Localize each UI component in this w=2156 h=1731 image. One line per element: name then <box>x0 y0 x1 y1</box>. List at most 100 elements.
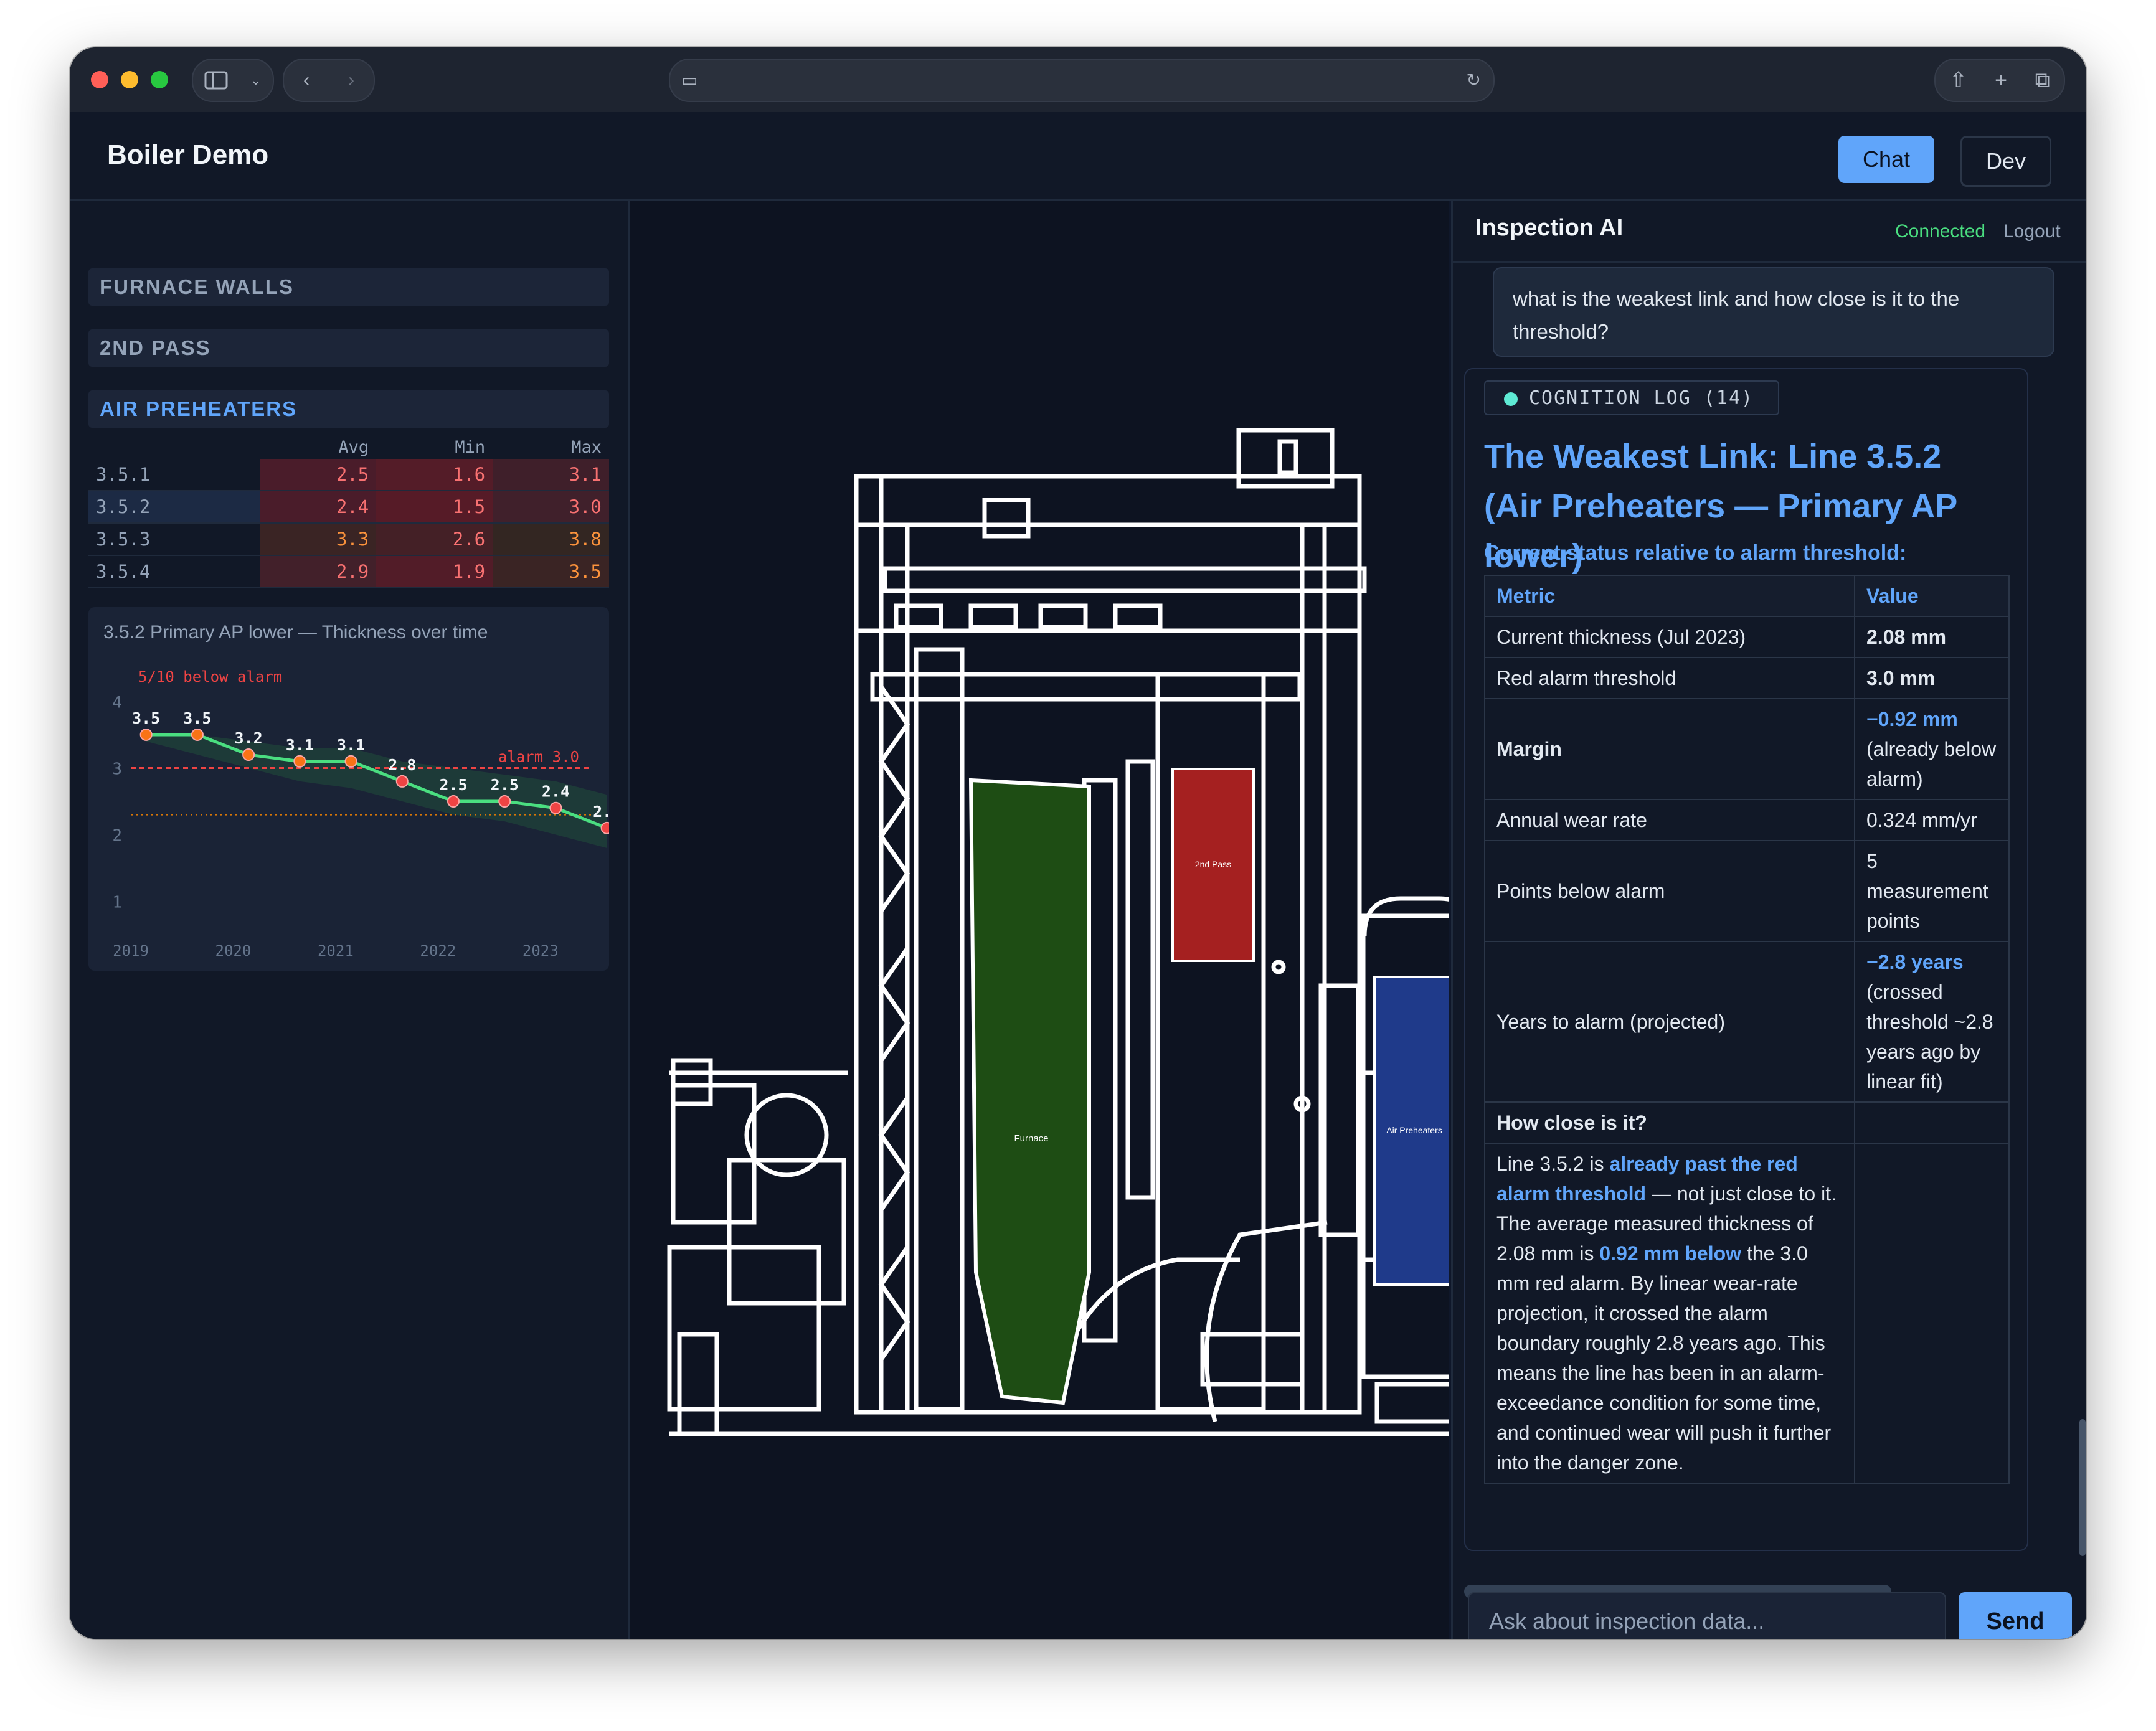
table-row: Current thickness (Jul 2023) 2.08 mm <box>1484 616 2010 658</box>
x-tick-label: 2019 <box>113 942 149 960</box>
minimize-window-button[interactable] <box>121 71 138 88</box>
cognition-log-toggle[interactable]: COGNITION LOG (14) <box>1484 380 1779 415</box>
metric-label: Red alarm threshold <box>1484 657 1855 699</box>
table-row[interactable]: 3.5.1 2.5 1.6 3.1 <box>88 459 609 491</box>
min-value: 2.6 <box>376 523 493 556</box>
table-row: Red alarm threshold 3.0 mm <box>1484 657 2010 699</box>
furnace-label: Furnace <box>1014 1133 1048 1144</box>
metric-value: −0.92 mm <box>1866 708 1958 730</box>
share-icon[interactable]: ⇧ <box>1949 68 1967 93</box>
cognition-log-label: COGNITION LOG (14) <box>1529 387 1754 409</box>
data-point <box>395 775 409 788</box>
below-alarm-annotation: 5/10 below alarm <box>138 668 282 686</box>
x-tick-label: 2021 <box>318 942 354 960</box>
min-value: 1.9 <box>376 555 493 588</box>
close-window-button[interactable] <box>91 71 108 88</box>
avg-value: 2.4 <box>260 491 377 524</box>
zoom-window-button[interactable] <box>151 71 168 88</box>
table-row[interactable]: 3.5.4 2.9 1.9 3.5 <box>88 555 609 588</box>
dev-button[interactable]: Dev <box>1960 136 2051 187</box>
table-row: How close is it? <box>1484 1101 2010 1144</box>
explanation-paragraph: Line 3.5.2 is already past the red alarm… <box>1484 1143 1855 1484</box>
metric-label: Years to alarm (projected) <box>1484 941 1855 1103</box>
data-point <box>344 755 357 768</box>
table-row: Annual wear rate 0.324 mm/yr <box>1484 799 2010 841</box>
min-value: 1.6 <box>376 459 493 491</box>
send-button[interactable]: Send <box>1959 1592 2072 1639</box>
thickness-chart: 1 2 3 4 2019 2020 2021 2022 2023 alarm 3.0 5/10 be… <box>112 668 609 960</box>
reload-icon[interactable]: ↻ <box>1467 70 1481 90</box>
app-header: Boiler Demo Chat Dev <box>70 112 2086 201</box>
alarm-label: alarm 3.0 <box>498 748 579 765</box>
new-tab-icon[interactable]: + <box>1995 68 2007 93</box>
chat-button[interactable]: Chat <box>1838 136 1934 183</box>
table-row: Years to alarm (projected) −2.8 years (cr… <box>1484 941 2010 1103</box>
data-label: 3.1 <box>337 736 365 754</box>
data-point <box>447 795 460 808</box>
line-id: 3.5.3 <box>88 523 260 556</box>
metric-label: Current thickness (Jul 2023) <box>1484 616 1855 658</box>
left-panel: FURNACE WALLS 2ND PASS AIR PREHEATERS Av… <box>70 201 630 1639</box>
metric-note: (crossed threshold ~2.8 years ago by lin… <box>1866 981 1993 1093</box>
metric-value-cell: −0.92 mm (already below alarm) <box>1854 698 2010 800</box>
table-row: Margin −0.92 mm (already below alarm) <box>1484 698 2010 800</box>
data-point <box>293 755 306 768</box>
metric-value: 3.0 mm <box>1854 657 2010 699</box>
table-row: Points below alarm 5 measurement points <box>1484 840 2010 942</box>
column-header-avg: Avg <box>338 437 369 457</box>
data-label: 2.1 <box>593 803 609 821</box>
forward-icon[interactable]: › <box>348 70 354 91</box>
line-id: 3.5.2 <box>88 491 260 524</box>
data-label: 3.2 <box>235 729 263 747</box>
table-row[interactable]: 3.5.3 3.3 2.6 3.8 <box>88 523 609 556</box>
logout-link[interactable]: Logout <box>2003 221 2061 242</box>
section-2nd-pass[interactable]: 2ND PASS <box>88 329 609 367</box>
back-icon[interactable]: ‹ <box>303 70 310 91</box>
boiler-diagram-panel: Furnace 2nd Pass Air Preheaters <box>630 201 1489 1639</box>
second-pass-label: 2nd Pass <box>1195 859 1231 869</box>
chat-input[interactable]: Ask about inspection data... <box>1468 1592 1946 1639</box>
max-value: 3.0 <box>493 491 609 524</box>
tabs-overview-icon[interactable]: ⧉ <box>2035 68 2050 93</box>
x-tick-label: 2020 <box>215 942 252 960</box>
data-label: 3.5 <box>183 709 211 727</box>
furnace-zone[interactable] <box>968 778 1091 1405</box>
section-furnace-walls[interactable]: FURNACE WALLS <box>88 268 609 306</box>
data-label: 3.1 <box>286 736 314 754</box>
metric-label: Points below alarm <box>1484 840 1855 942</box>
history-nav: ‹ › <box>283 59 375 102</box>
thickness-chart-card: 3.5.2 Primary AP lower — Thickness over … <box>88 607 609 971</box>
avg-value: 2.9 <box>260 555 377 588</box>
data-point <box>242 748 255 762</box>
y-tick-label: 2 <box>112 827 122 846</box>
column-header-line <box>88 435 260 459</box>
page-icon: ▭ <box>681 70 698 90</box>
data-point <box>498 795 511 808</box>
metric-label: Margin <box>1484 698 1855 800</box>
answer-subheading: Current status relative to alarm thresho… <box>1484 541 1907 565</box>
sidebar-toggle-button[interactable]: ⌄ <box>192 59 274 102</box>
sidebar-icon <box>204 71 228 90</box>
data-label: 2.5 <box>439 776 467 794</box>
chat-header: Inspection AI Connected Logout <box>1453 201 2086 263</box>
metric-value-cell: −2.8 years (crossed threshold ~2.8 years … <box>1854 941 2010 1103</box>
address-bar[interactable]: ▭ ↻ <box>669 59 1495 102</box>
metric-note: (already below alarm) <box>1866 738 1997 790</box>
avg-value: 2.5 <box>260 459 377 491</box>
data-label: 2.8 <box>388 756 416 774</box>
x-tick-label: 2022 <box>420 942 456 960</box>
highlight-span: 0.92 mm below <box>1599 1242 1742 1265</box>
boiler-diagram[interactable]: Furnace 2nd Pass Air Preheaters <box>630 201 1489 1639</box>
data-point <box>191 728 204 741</box>
data-label: 2.5 <box>491 776 519 794</box>
section-air-preheaters[interactable]: AIR PREHEATERS <box>88 390 609 428</box>
metric-label: Annual wear rate <box>1484 799 1855 841</box>
app-title: Boiler Demo <box>107 139 269 170</box>
table-row[interactable]: 3.5.2 2.4 1.5 3.0 <box>88 491 609 524</box>
x-tick-label: 2023 <box>522 942 559 960</box>
text-span: Line 3.5.2 is <box>1496 1153 1610 1175</box>
assistant-response: COGNITION LOG (14) The Weakest Link: Lin… <box>1464 368 2028 1551</box>
text-span: the 3.0 mm red alarm. By linear wear-rat… <box>1496 1242 1832 1474</box>
vertical-scrollbar[interactable] <box>2079 1419 2086 1556</box>
column-header-min: Min <box>455 437 486 457</box>
